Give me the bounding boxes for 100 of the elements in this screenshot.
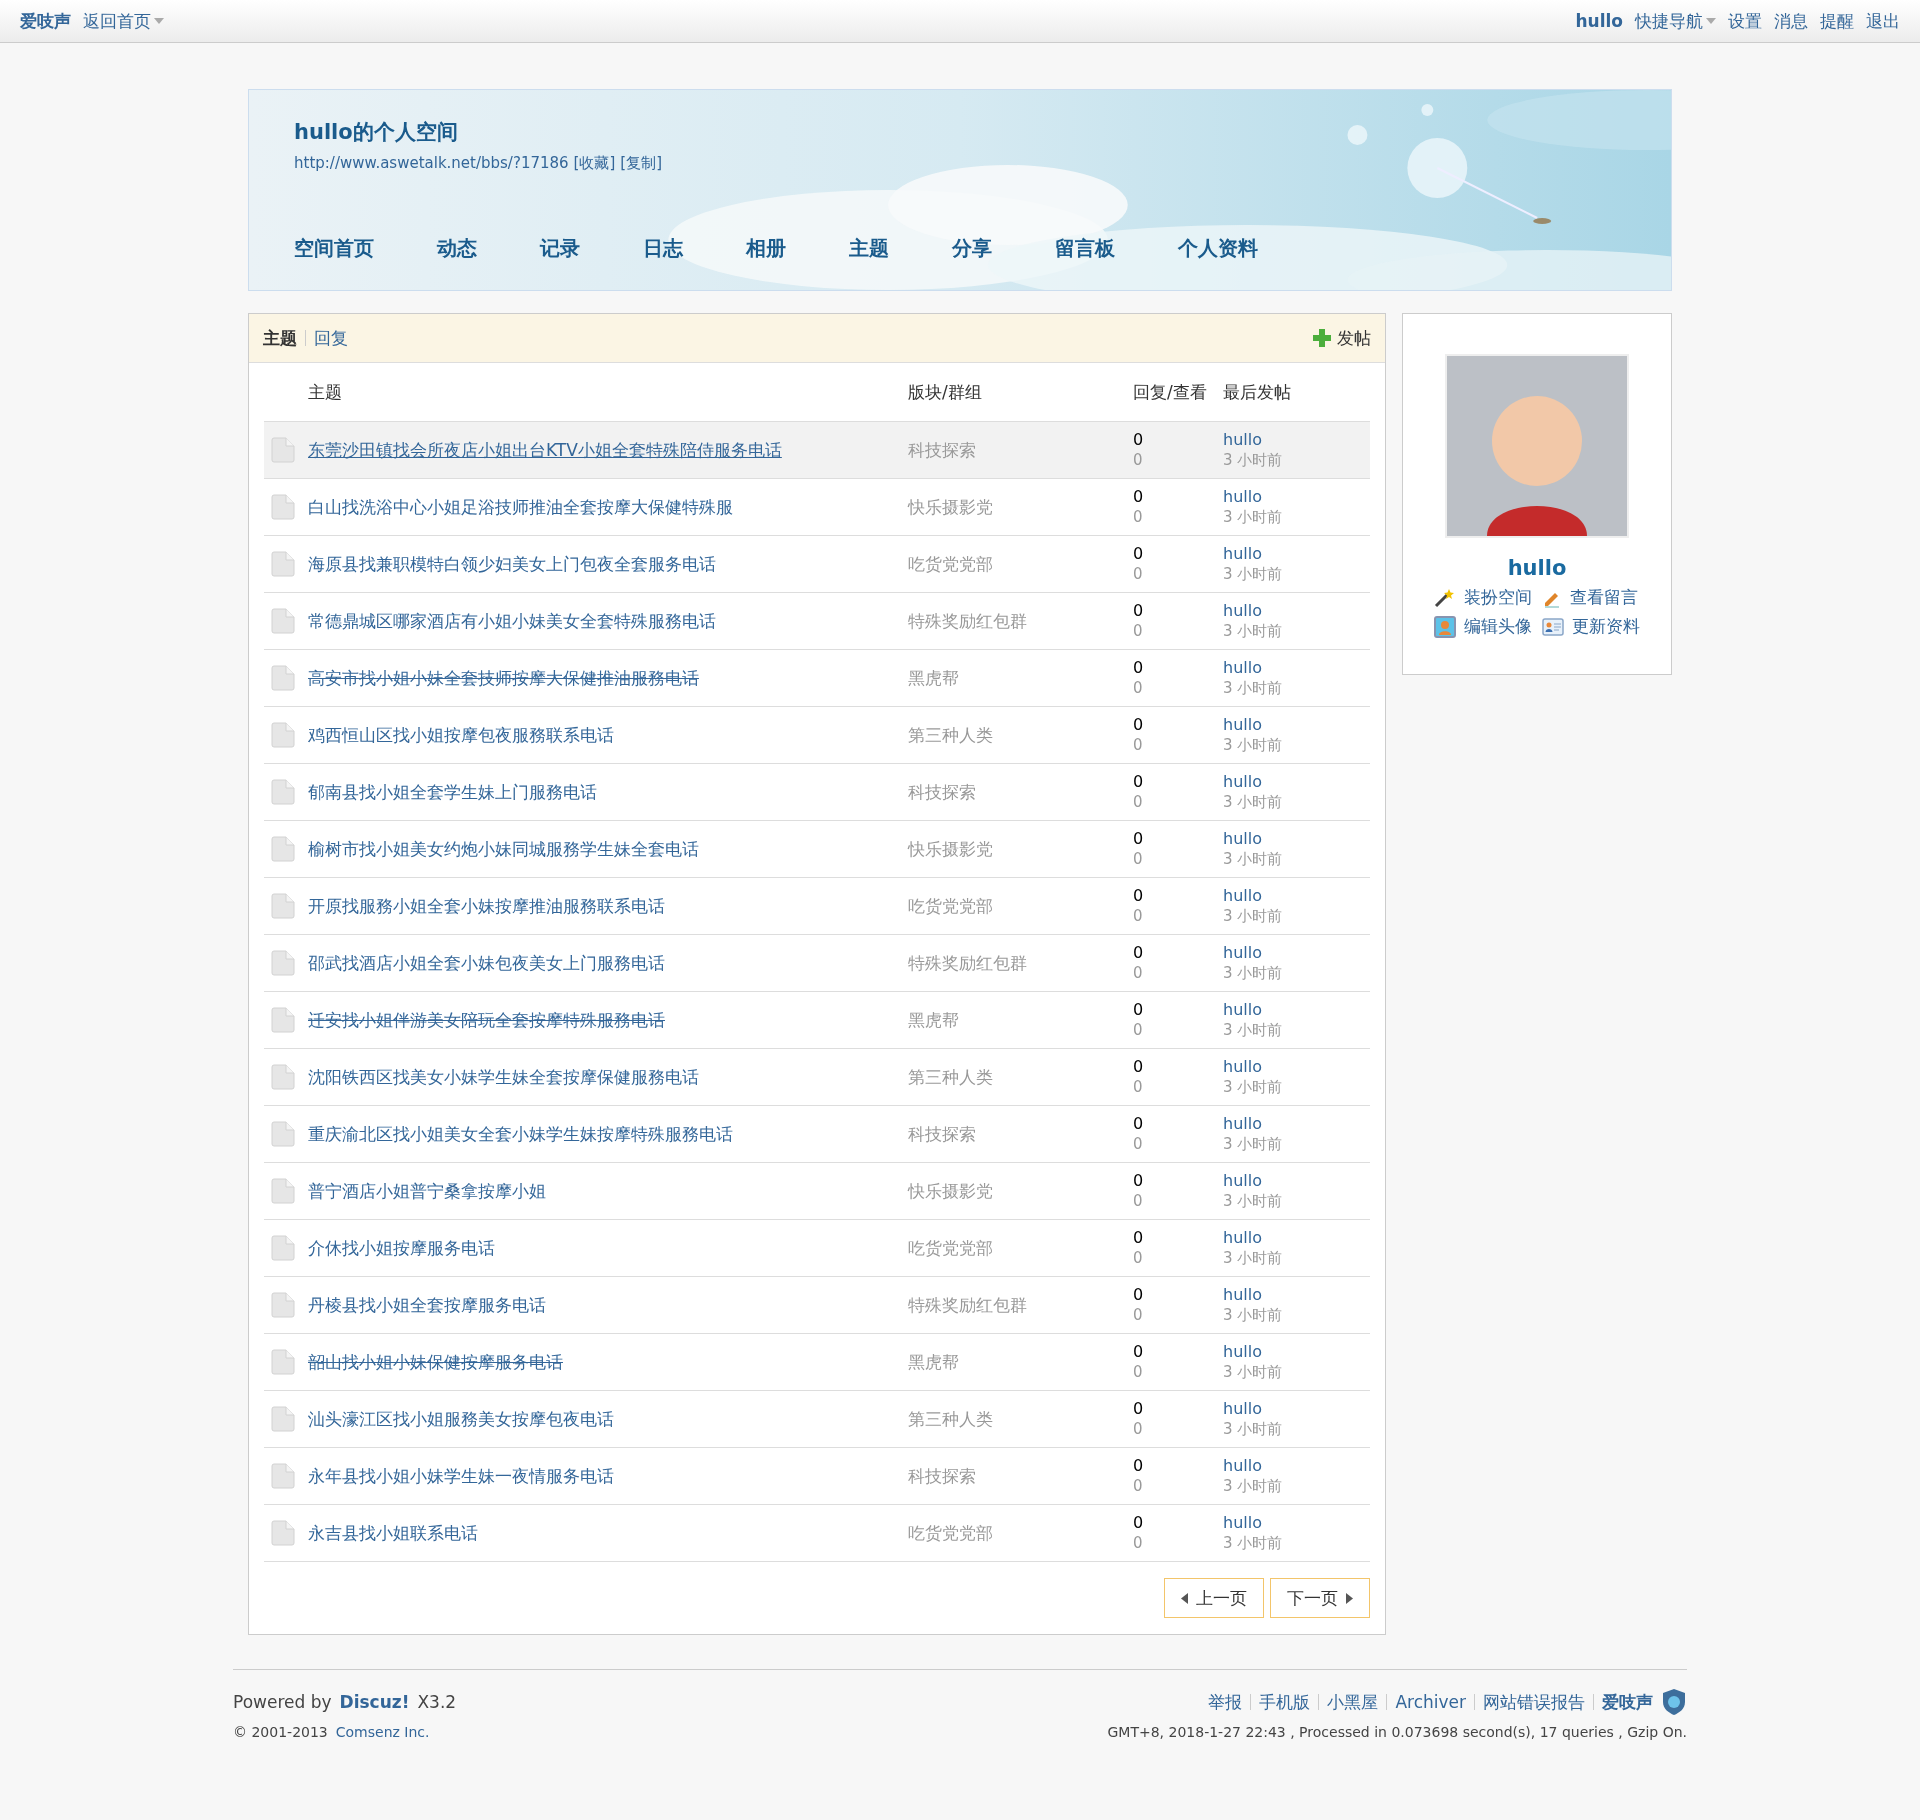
footer-link[interactable]: Archiver: [1395, 1692, 1466, 1712]
thread-row[interactable]: 介休找小姐按摩服务电话 吃货党党部 0 0 hullo 3 小时前: [264, 1219, 1370, 1276]
author-link[interactable]: hullo: [1223, 1114, 1370, 1134]
thread-row[interactable]: 白山找洗浴中心小姐足浴技师推油全套按摩大保健特殊服 快乐摄影党 0 0 hullo 3 小时前: [264, 478, 1370, 535]
space-url-link[interactable]: http://www.aswetalk.net/bbs/?17186: [294, 154, 569, 173]
author-link[interactable]: hullo: [1223, 601, 1370, 621]
thread-title-link[interactable]: 重庆渝北区找小姐美女全套小妹学生妹按摩特殊服務电话: [308, 1122, 733, 1146]
author-link[interactable]: hullo: [1223, 1057, 1370, 1077]
author-link[interactable]: hullo: [1223, 487, 1370, 507]
thread-title-link[interactable]: 丹棱县找小姐全套按摩服务电话: [308, 1293, 546, 1317]
author-link[interactable]: hullo: [1223, 1513, 1370, 1533]
author-link[interactable]: hullo: [1223, 1000, 1370, 1020]
footer-link[interactable]: 网站错误报告: [1483, 1690, 1585, 1714]
thread-row[interactable]: 丹棱县找小姐全套按摩服务电话 特殊奖励红包群 0 0 hullo 3 小时前: [264, 1276, 1370, 1333]
thread-row[interactable]: 常德鼎城区哪家酒店有小姐小妹美女全套特殊服務电话 特殊奖励红包群 0 0 hullo 3 小时前: [264, 592, 1370, 649]
space-nav-tab[interactable]: 日志: [643, 235, 683, 262]
top-link[interactable]: 退出: [1866, 9, 1900, 33]
author-link[interactable]: hullo: [1223, 829, 1370, 849]
thread-title-link[interactable]: 普宁酒店小姐普宁桑拿按摩小姐: [308, 1179, 546, 1203]
space-action-link[interactable]: [收藏]: [573, 154, 616, 173]
footer-site-link[interactable]: 爱吱声: [1602, 1690, 1653, 1714]
footer-link[interactable]: 小黑屋: [1327, 1690, 1379, 1714]
profile-action-link[interactable]: 编辑头像: [1434, 615, 1532, 638]
tab[interactable]: 回复: [314, 326, 348, 350]
space-nav-tab[interactable]: 动态: [437, 235, 477, 262]
tab[interactable]: 主题: [263, 326, 297, 350]
product-link[interactable]: Discuz!: [339, 1692, 410, 1712]
author-link[interactable]: hullo: [1223, 943, 1370, 963]
author-link[interactable]: hullo: [1223, 1171, 1370, 1191]
thread-title-link[interactable]: 开原找服務小姐全套小妹按摩推油服務联系电话: [308, 894, 665, 918]
thread-row[interactable]: 开原找服務小姐全套小妹按摩推油服務联系电话 吃货党党部 0 0 hullo 3 小时前: [264, 877, 1370, 934]
company-link[interactable]: Comsenz Inc.: [335, 1724, 430, 1740]
thread-title-link[interactable]: 海原县找兼职模特白领少妇美女上门包夜全套服务电话: [308, 552, 716, 576]
thread-title-link[interactable]: 汕头濠江区找小姐服務美女按摩包夜电话: [308, 1407, 614, 1431]
thread-title-link[interactable]: 榆树市找小姐美女约炮小妹同城服務学生妹全套电话: [308, 837, 699, 861]
thread-title-link[interactable]: 邵武找酒店小姐全套小妹包夜美女上门服務电话: [308, 951, 665, 975]
profile-action-link[interactable]: 查看留言: [1542, 586, 1640, 609]
author-link[interactable]: hullo: [1223, 1342, 1370, 1362]
thread-row[interactable]: 迁安找小姐伴游美女陪玩全套按摩特殊服務电话 黑虎帮 0 0 hullo 3 小时前: [264, 991, 1370, 1048]
thread-title-link[interactable]: 迁安找小姐伴游美女陪玩全套按摩特殊服務电话: [308, 1008, 665, 1032]
space-nav-tab[interactable]: 主题: [849, 235, 889, 262]
author-link[interactable]: hullo: [1223, 886, 1370, 906]
site-logo-link[interactable]: 爱吱声: [20, 9, 71, 33]
thread-title-link[interactable]: 韶山找小姐小妹保健按摩服务电话: [308, 1350, 563, 1374]
author-link[interactable]: hullo: [1223, 772, 1370, 792]
thread-row[interactable]: 海原县找兼职模特白领少妇美女上门包夜全套服务电话 吃货党党部 0 0 hullo 3 小时前: [264, 535, 1370, 592]
thread-title-link[interactable]: 东莞沙田镇找会所夜店小姐出台KTV小姐全套特殊陪侍服务电话: [308, 438, 782, 462]
thread-row[interactable]: 韶山找小姐小妹保健按摩服务电话 黑虎帮 0 0 hullo 3 小时前: [264, 1333, 1370, 1390]
top-link[interactable]: 设置: [1728, 9, 1762, 33]
quick-nav-menu[interactable]: 快捷导航: [1635, 9, 1716, 33]
author-link[interactable]: hullo: [1223, 544, 1370, 564]
space-nav-tab[interactable]: 留言板: [1055, 235, 1115, 262]
author-link[interactable]: hullo: [1223, 1228, 1370, 1248]
new-post-button[interactable]: 发帖: [1313, 326, 1371, 350]
thread-title-link[interactable]: 沈阳铁西区找美女小妹学生妹全套按摩保健服務电话: [308, 1065, 699, 1089]
space-nav-tab[interactable]: 分享: [952, 235, 992, 262]
thread-title-link[interactable]: 介休找小姐按摩服务电话: [308, 1236, 495, 1260]
thread-title-link[interactable]: 高安市找小姐小妹全套技师按摩大保健推油服務电话: [308, 666, 699, 690]
thread-row[interactable]: 邵武找酒店小姐全套小妹包夜美女上门服務电话 特殊奖励红包群 0 0 hullo 3 小时前: [264, 934, 1370, 991]
thread-row[interactable]: 榆树市找小姐美女约炮小妹同城服務学生妹全套电话 快乐摄影党 0 0 hullo 3 小时前: [264, 820, 1370, 877]
thread-row[interactable]: 汕头濠江区找小姐服務美女按摩包夜电话 第三种人类 0 0 hullo 3 小时前: [264, 1390, 1370, 1447]
thread-title-link[interactable]: 常德鼎城区哪家酒店有小姐小妹美女全套特殊服務电话: [308, 609, 716, 633]
username-link[interactable]: hullo: [1575, 11, 1623, 31]
prev-page-button[interactable]: 上一页: [1164, 1578, 1264, 1618]
thread-row[interactable]: 普宁酒店小姐普宁桑拿按摩小姐 快乐摄影党 0 0 hullo 3 小时前: [264, 1162, 1370, 1219]
thread-title-link[interactable]: 郁南县找小姐全套学生妹上门服務电话: [308, 780, 597, 804]
thread-row[interactable]: 沈阳铁西区找美女小妹学生妹全套按摩保健服務电话 第三种人类 0 0 hullo 3 小时前: [264, 1048, 1370, 1105]
thread-title-link[interactable]: 鸡西恒山区找小姐按摩包夜服務联系电话: [308, 723, 614, 747]
reply-count: 0: [1133, 1285, 1145, 1305]
thread-title-link[interactable]: 永年县找小姐小妹学生妹一夜情服务电话: [308, 1464, 614, 1488]
author-link[interactable]: hullo: [1223, 1456, 1370, 1476]
space-action-link[interactable]: [复制]: [620, 154, 663, 173]
reply-count: 0: [1133, 1399, 1145, 1419]
author-link[interactable]: hullo: [1223, 430, 1370, 450]
thread-row[interactable]: 东莞沙田镇找会所夜店小姐出台KTV小姐全套特殊陪侍服务电话 科技探索 0 0 hullo 3 小时前: [264, 421, 1370, 478]
thread-row[interactable]: 永吉县找小姐联系电话 吃货党党部 0 0 hullo 3 小时前: [264, 1504, 1370, 1561]
author-link[interactable]: hullo: [1223, 658, 1370, 678]
thread-row[interactable]: 高安市找小姐小妹全套技师按摩大保健推油服務电话 黑虎帮 0 0 hullo 3 小时前: [264, 649, 1370, 706]
author-link[interactable]: hullo: [1223, 1399, 1370, 1419]
thread-title-link[interactable]: 永吉县找小姐联系电话: [308, 1521, 478, 1545]
space-nav-tab[interactable]: 记录: [540, 235, 580, 262]
author-link[interactable]: hullo: [1223, 1285, 1370, 1305]
top-link[interactable]: 消息: [1774, 9, 1808, 33]
space-nav-tab[interactable]: 空间首页: [294, 235, 374, 262]
thread-row[interactable]: 鸡西恒山区找小姐按摩包夜服務联系电话 第三种人类 0 0 hullo 3 小时前: [264, 706, 1370, 763]
thread-row[interactable]: 郁南县找小姐全套学生妹上门服務电话 科技探索 0 0 hullo 3 小时前: [264, 763, 1370, 820]
footer-link[interactable]: 手机版: [1259, 1690, 1311, 1714]
thread-title-link[interactable]: 白山找洗浴中心小姐足浴技师推油全套按摩大保健特殊服: [308, 495, 733, 519]
space-nav-tab[interactable]: 个人资料: [1178, 235, 1258, 262]
next-page-button[interactable]: 下一页: [1270, 1578, 1370, 1618]
view-count: 0: [1133, 1533, 1144, 1553]
thread-row[interactable]: 重庆渝北区找小姐美女全套小妹学生妹按摩特殊服務电话 科技探索 0 0 hullo 3 小时前: [264, 1105, 1370, 1162]
profile-action-link[interactable]: 更新资料: [1542, 615, 1640, 638]
author-link[interactable]: hullo: [1223, 715, 1370, 735]
home-link[interactable]: 返回首页: [83, 9, 164, 33]
thread-row[interactable]: 永年县找小姐小妹学生妹一夜情服务电话 科技探索 0 0 hullo 3 小时前: [264, 1447, 1370, 1504]
profile-action-link[interactable]: 装扮空间: [1434, 586, 1532, 609]
space-nav-tab[interactable]: 相册: [746, 235, 786, 262]
top-link[interactable]: 提醒: [1820, 9, 1854, 33]
footer-link[interactable]: 举报: [1208, 1690, 1243, 1714]
